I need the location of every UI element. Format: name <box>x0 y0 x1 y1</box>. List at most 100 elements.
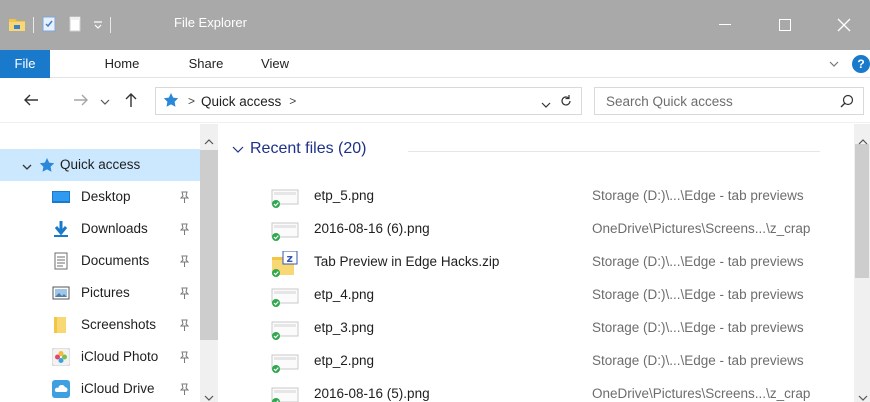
sidebar-item-label: Pictures <box>81 285 130 300</box>
minimize-button[interactable] <box>696 0 754 50</box>
sidebar-item-documents[interactable]: Documents <box>0 245 200 277</box>
sidebar-item-label: Documents <box>81 253 150 268</box>
folder-icon <box>52 316 70 334</box>
forward-button[interactable] <box>68 89 94 113</box>
icloud-drive-icon <box>52 380 70 398</box>
sidebar-item-label: Downloads <box>81 221 148 236</box>
image-file-icon <box>270 383 300 402</box>
svg-text:z: z <box>287 252 293 265</box>
scroll-up-icon[interactable] <box>858 134 868 149</box>
file-location: Storage (D:)\...\Edge - tab previews <box>592 353 804 368</box>
folder-app-icon <box>8 16 26 35</box>
file-row[interactable]: 2016-08-16 (6).png OneDrive\Pictures\Scr… <box>220 213 854 246</box>
downloads-icon <box>52 220 70 238</box>
maximize-button[interactable] <box>756 0 814 50</box>
scroll-up-icon[interactable] <box>204 134 214 149</box>
file-name: etp_2.png <box>314 353 375 368</box>
refresh-icon[interactable] <box>559 94 573 111</box>
file-location: Storage (D:)\...\Edge - tab previews <box>592 320 804 335</box>
customize-toolbar-dropdown-icon[interactable] <box>93 18 103 33</box>
file-row[interactable]: etp_5.png Storage (D:)\...\Edge - tab pr… <box>220 180 854 213</box>
title-bar: File Explorer <box>0 0 870 50</box>
address-dropdown-icon[interactable] <box>541 97 551 112</box>
address-bar[interactable]: > Quick access > <box>155 87 582 115</box>
forward-arrow-icon <box>73 93 89 110</box>
group-divider <box>408 151 820 152</box>
pin-icon[interactable] <box>178 287 190 302</box>
help-button[interactable]: ? <box>852 55 870 73</box>
scroll-down-icon[interactable] <box>858 390 868 402</box>
collapse-chevron-icon[interactable] <box>232 142 244 157</box>
navigation-scrollbar-thumb[interactable] <box>200 150 218 340</box>
group-title: Recent files (20) <box>250 140 367 157</box>
icloud-photos-icon <box>51 347 71 367</box>
search-icon <box>840 94 854 111</box>
pin-icon[interactable] <box>178 191 190 206</box>
sidebar-item-icloud-drive[interactable]: iCloud Drive <box>0 373 200 402</box>
file-location: Storage (D:)\...\Edge - tab previews <box>592 254 804 269</box>
expand-ribbon-icon[interactable] <box>828 58 840 73</box>
content-scrollbar-thumb[interactable] <box>855 144 869 278</box>
sidebar-item-label: Screenshots <box>81 317 157 332</box>
sidebar-item-screenshots[interactable]: Screenshots <box>0 309 200 341</box>
sidebar-item-quick-access[interactable]: Quick access <box>0 149 200 181</box>
sidebar-item-icloud-photo[interactable]: iCloud Photo <box>0 341 200 373</box>
image-file-icon <box>270 317 300 341</box>
recent-locations-button[interactable] <box>98 89 112 113</box>
tab-view[interactable]: View <box>250 50 300 78</box>
sidebar-item-downloads[interactable]: Downloads <box>0 213 200 245</box>
properties-icon[interactable] <box>41 16 57 35</box>
documents-icon <box>52 252 70 270</box>
file-location: Storage (D:)\...\Edge - tab previews <box>592 188 804 203</box>
up-button[interactable] <box>120 89 142 113</box>
maximize-icon <box>779 19 791 31</box>
navigation-pane: Quick access Desktop Downloads Documents… <box>0 124 220 402</box>
file-name: etp_5.png <box>314 188 375 203</box>
sidebar-item-label: Desktop <box>81 189 131 204</box>
file-location: OneDrive\Pictures\Screens...\z_crap <box>592 386 811 401</box>
breadcrumb-separator[interactable]: > <box>188 94 195 108</box>
chevron-down-icon <box>100 94 110 109</box>
breadcrumb-separator-end[interactable]: > <box>289 94 296 108</box>
sidebar-item-desktop[interactable]: Desktop <box>0 181 200 213</box>
pin-icon[interactable] <box>178 255 190 270</box>
file-row[interactable]: etp_2.png Storage (D:)\...\Edge - tab pr… <box>220 345 854 378</box>
tab-share[interactable]: Share <box>176 50 236 78</box>
file-location: OneDrive\Pictures\Screens...\z_crap <box>592 221 811 236</box>
file-name: etp_3.png <box>314 320 375 335</box>
desktop-icon <box>52 188 70 206</box>
file-row[interactable]: z Tab Preview in Edge Hacks.zip Storage … <box>220 246 854 279</box>
search-box[interactable]: Search Quick access <box>594 87 864 115</box>
new-folder-icon[interactable] <box>67 16 83 35</box>
close-button[interactable] <box>818 0 870 50</box>
pin-icon[interactable] <box>178 223 190 238</box>
back-button[interactable] <box>18 89 44 113</box>
scroll-down-icon[interactable] <box>204 390 214 402</box>
quick-access-star-icon <box>162 92 180 111</box>
image-file-icon <box>270 185 300 209</box>
close-icon <box>837 18 851 32</box>
image-file-icon <box>270 350 300 374</box>
tab-file[interactable]: File <box>0 50 50 78</box>
breadcrumb-quick-access[interactable]: Quick access <box>201 94 281 109</box>
tab-home[interactable]: Home <box>92 50 152 78</box>
quick-access-star-icon <box>38 157 56 176</box>
pin-icon[interactable] <box>178 383 190 398</box>
pin-icon[interactable] <box>178 351 190 366</box>
file-name: Tab Preview in Edge Hacks.zip <box>314 254 500 269</box>
sidebar-item-pictures[interactable]: Pictures <box>0 277 200 309</box>
sidebar-item-label: Quick access <box>60 157 141 172</box>
image-file-icon <box>270 284 300 308</box>
recent-files-group-header[interactable]: Recent files (20) <box>232 140 367 158</box>
expand-chevron-icon[interactable] <box>22 159 32 174</box>
search-input[interactable]: Search Quick access <box>606 94 733 109</box>
recent-files-view: Recent files (20) etp_5.png Storage (D:)… <box>220 124 870 402</box>
file-name: 2016-08-16 (5).png <box>314 386 430 401</box>
file-row[interactable]: 2016-08-16 (5).png OneDrive\Pictures\Scr… <box>220 378 854 402</box>
zip-folder-icon: z <box>270 250 300 277</box>
file-row[interactable]: etp_3.png Storage (D:)\...\Edge - tab pr… <box>220 312 854 345</box>
file-row[interactable]: etp_4.png Storage (D:)\...\Edge - tab pr… <box>220 279 854 312</box>
pin-icon[interactable] <box>178 319 190 334</box>
address-toolbar: > Quick access > Search Quick access <box>0 79 870 123</box>
window-title: File Explorer <box>174 15 247 30</box>
